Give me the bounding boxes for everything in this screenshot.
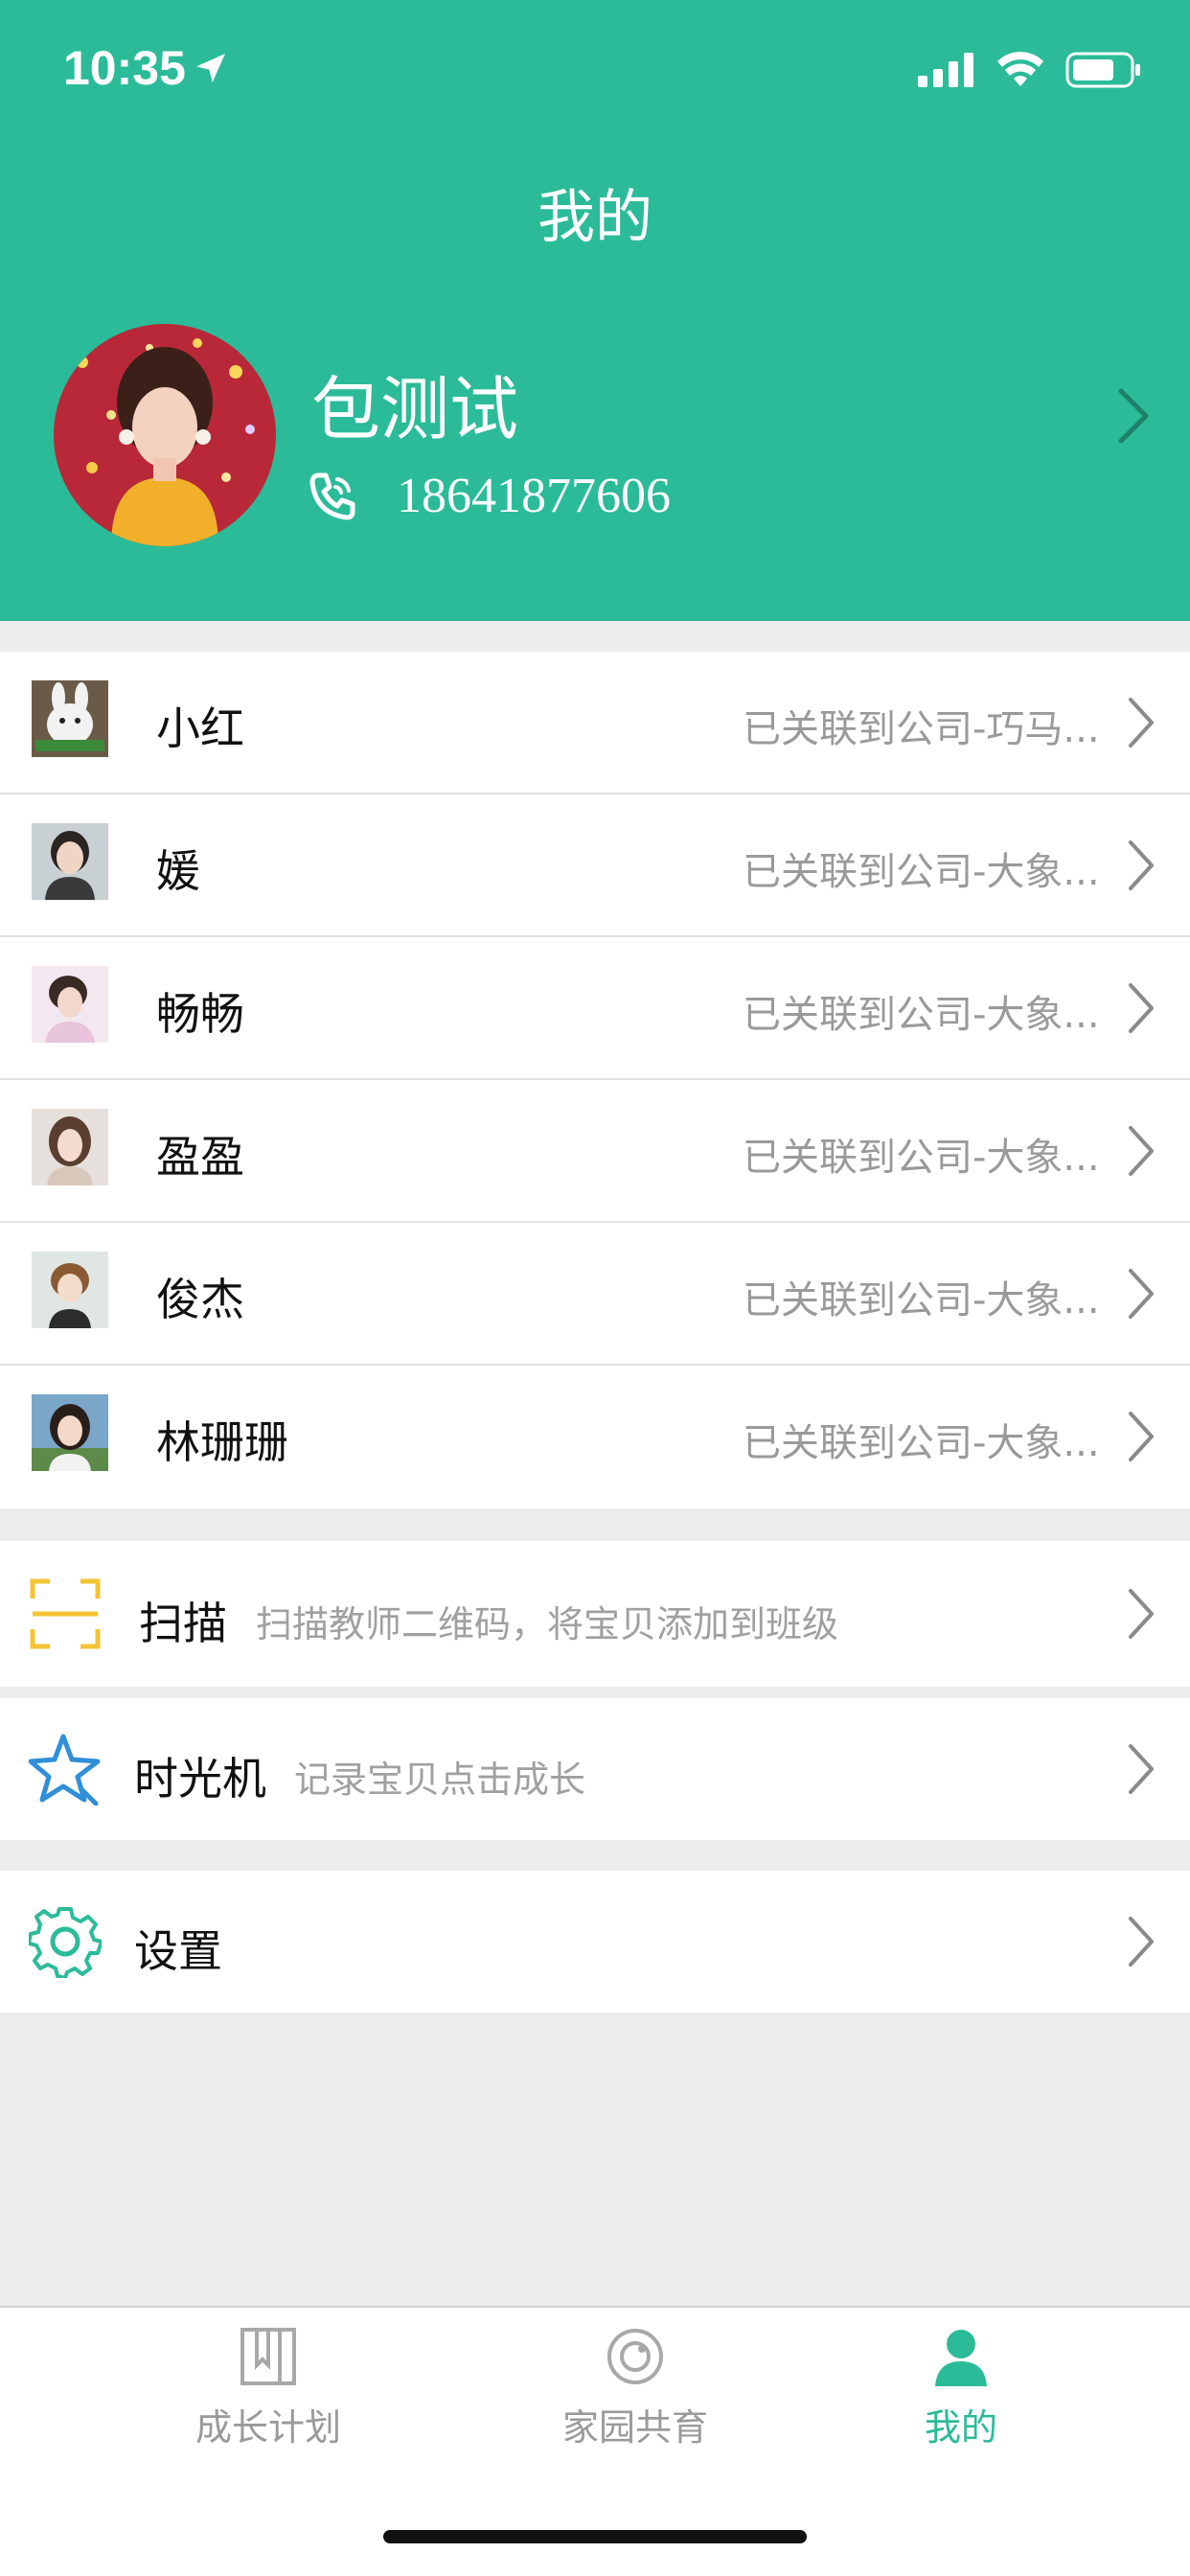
child-name: 俊杰 [156,1274,244,1325]
scan-description: 扫描教师二维码，将宝贝添加到班级 [256,1603,839,1645]
time-machine-description: 记录宝贝点击成长 [294,1759,586,1801]
bookmark-book-icon [240,2328,296,2385]
list-item-child[interactable]: 盈盈 已关联到公司-大象... [0,1080,1190,1223]
child-name: 媛 [156,845,200,897]
child-link-status: 已关联到公司-大象... [743,850,1097,894]
profile-name: 包测试 [311,369,519,449]
status-bar-time: 10:35 [63,40,230,96]
chevron-right-icon [1129,698,1154,748]
scan-icon [30,1578,101,1649]
home-indicator[interactable] [383,2530,807,2543]
child-name: 林珊珊 [156,1416,288,1468]
chevron-right-icon[interactable] [1117,387,1152,445]
person-icon [935,2330,987,2386]
tab-mine[interactable]: 我的 [817,2327,1105,2450]
child-link-status: 已关联到公司-巧马... [743,707,1097,751]
list-item-child[interactable]: 林珊珊 已关联到公司-大象... [0,1366,1190,1508]
tab-label: 我的 [924,2406,997,2449]
signal-icon [918,53,973,87]
chevron-right-icon [1129,1126,1154,1176]
tab-label: 家园共育 [561,2406,708,2449]
chevron-right-icon [1129,1269,1154,1319]
chevron-right-icon [1129,1917,1154,1966]
profile-header: 10:35 我的 包测试 18641877606 [0,0,1190,621]
child-link-status: 已关联到公司-大象... [743,1136,1097,1180]
child-link-status: 已关联到公司-大象... [743,993,1097,1037]
child-avatar [32,1252,108,1328]
chevron-right-icon [1129,840,1154,890]
list-item-child[interactable]: 畅畅 已关联到公司-大象... [0,937,1190,1080]
settings-label: 设置 [134,1925,222,1977]
menu-item-settings[interactable]: 设置 [0,1871,1190,2012]
menu-item-scan[interactable]: 扫描 扫描教师二维码，将宝贝添加到班级 [0,1541,1190,1687]
time-machine-label: 时光机 [134,1753,266,1805]
child-name: 畅畅 [156,988,244,1040]
child-name: 小红 [156,702,244,754]
tab-growth-plan[interactable]: 成长计划 [125,2327,412,2450]
child-name: 盈盈 [156,1131,244,1183]
chevron-right-icon [1129,1589,1154,1639]
status-bar-indicators [918,52,1142,88]
battery-icon [1065,52,1140,88]
children-list: 小红 已关联到公司-巧马... 媛 已关联到公司-大象... 畅畅 已关联到公司… [0,652,1190,1508]
phone-icon [309,472,355,519]
tab-home-school[interactable]: 家园共育 [492,2327,779,2450]
scan-label: 扫描 [139,1598,227,1649]
child-link-status: 已关联到公司-大象... [743,1421,1097,1465]
profile-avatar[interactable] [54,324,276,546]
menu-item-time-machine[interactable]: 时光机 记录宝贝点击成长 [0,1698,1190,1840]
profile-phone-row: 18641877606 [305,468,671,524]
list-item-child[interactable]: 媛 已关联到公司-大象... [0,794,1190,937]
list-item-child[interactable]: 俊杰 已关联到公司-大象... [0,1223,1190,1366]
child-avatar [32,680,108,757]
page-title: 我的 [538,184,652,251]
status-time-text: 10:35 [63,41,186,95]
child-avatar [32,1109,108,1185]
gear-icon [29,1907,102,1978]
chevron-right-icon [1129,1744,1154,1794]
circle-icon [607,2329,663,2384]
star-icon [29,1734,101,1806]
chevron-right-icon [1129,1412,1154,1461]
wifi-icon [997,52,1043,86]
profile-phone: 18641877606 [397,469,671,523]
child-avatar [32,1394,108,1471]
child-link-status: 已关联到公司-大象... [743,1278,1097,1322]
child-avatar [32,966,108,1043]
list-item-child[interactable]: 小红 已关联到公司-巧马... [0,652,1190,794]
tab-label: 成长计划 [195,2406,341,2449]
child-avatar [32,823,108,900]
chevron-right-icon [1129,983,1154,1033]
location-arrow-icon [195,54,225,82]
